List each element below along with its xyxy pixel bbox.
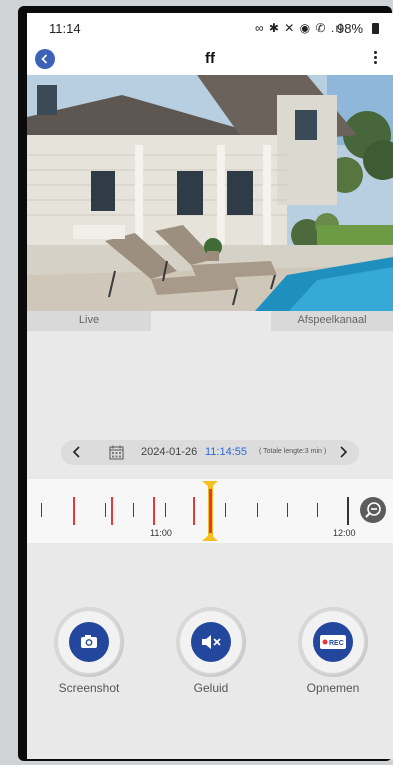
calendar-icon[interactable] — [109, 445, 124, 460]
screenshot-label: Screenshot — [58, 681, 120, 695]
recording-segment[interactable] — [73, 497, 75, 525]
timeline-end-marker — [347, 497, 349, 525]
rec-badge-text: REC — [329, 640, 344, 647]
recording-segment[interactable] — [193, 497, 195, 525]
chevron-right-icon — [340, 446, 348, 458]
selected-date[interactable]: 2024-01-26 — [141, 446, 197, 458]
screenshot-control: Screenshot — [51, 607, 127, 695]
status-bar: 11:14 ∞ ✱ ✕ ◉ ✆ .ıl 98% — [27, 13, 393, 43]
chevron-left-icon — [72, 446, 80, 458]
app-header: ff — [27, 43, 393, 75]
timeline-label-11: 11:00 — [150, 528, 172, 538]
timeline-tick — [257, 503, 258, 517]
record-button[interactable]: REC — [298, 607, 368, 677]
sound-control: Geluid — [173, 607, 249, 695]
sound-label: Geluid — [193, 681, 229, 695]
recording-segment[interactable] — [111, 497, 113, 525]
playback-cursor[interactable] — [197, 479, 223, 543]
battery-icon — [372, 23, 379, 34]
battery-percentage: 98% — [337, 21, 364, 36]
tab-live[interactable]: Live — [27, 311, 151, 331]
tab-playback-channel[interactable]: Afspeelkanaal — [271, 311, 393, 331]
date-selector: 2024-01-26 11:14:55 ( Totale lengte:3 mi… — [61, 440, 359, 465]
playback-timeline[interactable]: 11:00 12:00 — [27, 479, 393, 543]
timeline-label-12: 12:00 — [333, 528, 356, 538]
device-title: ff — [205, 50, 215, 67]
view-tabs: Live Afspeelkanaal — [27, 311, 393, 331]
status-icons: ∞ ✱ ✕ ◉ ✆ .ıl — [255, 21, 344, 35]
timeline-tick — [225, 503, 226, 517]
timeline-tick — [317, 503, 318, 517]
timeline-tick — [165, 503, 166, 517]
control-buttons: Screenshot Geluid REC Opnemen — [27, 607, 393, 707]
timeline-tick — [105, 503, 106, 517]
rec-icon: REC — [320, 635, 346, 649]
record-control: REC Opnemen — [295, 607, 371, 695]
timeline-tick — [287, 503, 288, 517]
zoom-out-button[interactable] — [360, 497, 386, 523]
more-options-icon[interactable] — [371, 49, 379, 69]
sound-button[interactable] — [176, 607, 246, 677]
timeline-tick — [133, 503, 134, 517]
camera-video-feed[interactable] — [27, 75, 393, 311]
zoom-out-icon — [365, 502, 381, 518]
record-label: Opnemen — [306, 681, 360, 695]
previous-day-button[interactable] — [67, 442, 87, 462]
app-screen: 11:14 ∞ ✱ ✕ ◉ ✆ .ıl 98% ff Live Afspeelk… — [27, 13, 393, 759]
screenshot-button[interactable] — [54, 607, 124, 677]
selected-time: 11:14:55 — [205, 446, 248, 458]
recording-segment[interactable] — [153, 497, 155, 525]
timeline-tick — [41, 503, 42, 517]
next-day-button[interactable] — [333, 442, 353, 462]
speaker-muted-icon — [202, 635, 221, 649]
status-time: 11:14 — [49, 21, 81, 36]
total-length: ( Totale lengte:3 min ) — [259, 448, 327, 455]
camera-icon — [81, 635, 97, 648]
